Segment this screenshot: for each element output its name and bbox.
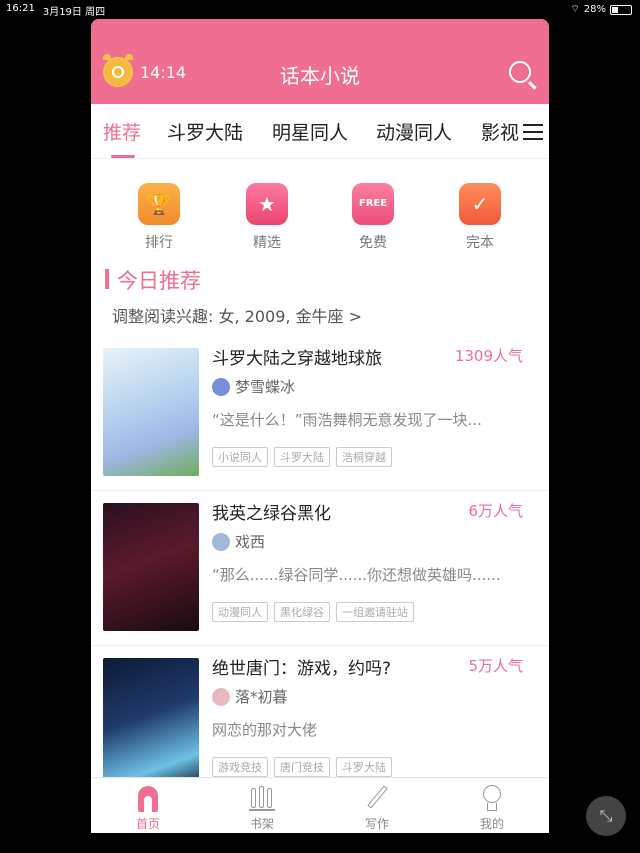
bottom-nav: 首页 书架 写作 我的: [91, 777, 549, 833]
nav-write[interactable]: 写作: [347, 784, 407, 832]
nav-me[interactable]: 我的: [462, 784, 522, 832]
tab-star[interactable]: 明星同人: [272, 118, 348, 145]
book-popularity: 5万人气: [468, 657, 523, 675]
menu-icon[interactable]: [523, 124, 543, 140]
quick-free[interactable]: FREE 免费: [343, 183, 403, 252]
book-title[interactable]: 我英之绿谷黑化: [212, 499, 331, 524]
tag[interactable]: 游戏竞技: [212, 757, 268, 777]
quick-links: 🏆 排行 ★ 精选 FREE 免费 ✓ 完本: [91, 159, 549, 251]
book-title[interactable]: 绝世唐门：游戏，约吗?: [212, 654, 391, 679]
battery-icon: [610, 4, 632, 15]
author-name: 戏西: [235, 533, 266, 551]
book-desc: “那么......绿谷同学......你还想做英雄吗......: [212, 566, 501, 584]
book-popularity: 6万人气: [468, 502, 523, 520]
app-window: 14:14 话本小说 推荐 斗罗大陆 明星同人 动漫同人 影视 🏆 排行 ★ 精…: [91, 19, 549, 833]
wifi-icon: ⌔: [570, 4, 580, 15]
battery-percent: 28%: [583, 4, 606, 15]
quick-label: 排行: [145, 235, 173, 251]
tag[interactable]: 唐门竞技: [274, 757, 330, 777]
app-header: 14:14 话本小说: [91, 19, 549, 104]
book-cover[interactable]: [103, 658, 199, 786]
section-title: 今日推荐: [105, 265, 201, 295]
tag[interactable]: 动漫同人: [212, 602, 268, 622]
quick-pick[interactable]: ★ 精选: [237, 183, 297, 252]
star-icon: ★: [246, 183, 288, 225]
book-tags: 游戏竞技 唐门竞技 斗罗大陆: [212, 757, 392, 777]
tag[interactable]: 小说同人: [212, 447, 268, 467]
quick-label: 免费: [359, 235, 387, 251]
quick-rank[interactable]: 🏆 排行: [129, 183, 189, 252]
nav-label: 首页: [135, 817, 160, 831]
app-title: 话本小说: [280, 64, 360, 88]
avatar: [212, 687, 230, 706]
tab-recommend[interactable]: 推荐: [103, 118, 141, 145]
book-item[interactable]: 我英之绿谷黑化 6万人气 戏西 “那么......绿谷同学......你还想做英…: [91, 491, 549, 646]
pen-icon: [364, 784, 390, 812]
tag[interactable]: 一组邀请驻站: [336, 602, 414, 622]
nav-label: 写作: [364, 817, 389, 831]
category-tabs: 推荐 斗罗大陆 明星同人 动漫同人 影视: [91, 104, 549, 159]
free-icon: FREE: [352, 183, 394, 225]
active-tab-indicator: [111, 155, 135, 158]
free-badge: FREE: [358, 198, 388, 209]
interest-link[interactable]: 调整阅读兴趣: 女, 2009, 金牛座 >: [112, 303, 362, 327]
quick-label: 完本: [466, 235, 494, 251]
tag[interactable]: 黑化绿谷: [274, 602, 330, 622]
book-author[interactable]: 落*初暮: [212, 686, 288, 707]
check-icon: ✓: [459, 183, 501, 225]
avatar: [212, 532, 230, 551]
trophy-icon: 🏆: [138, 183, 180, 225]
status-bar: 16:21 3月19日 周四 ⌔ 28%: [0, 0, 640, 18]
nav-home[interactable]: 首页: [118, 784, 178, 832]
book-popularity: 1309人气: [454, 347, 523, 365]
nav-label: 我的: [479, 817, 504, 831]
status-time: 16:21: [6, 3, 35, 14]
tab-anime[interactable]: 动漫同人: [376, 118, 452, 145]
nav-shelf[interactable]: 书架: [232, 784, 292, 832]
author-name: 落*初暮: [235, 688, 288, 706]
book-tags: 小说同人 斗罗大陆 浩桐穿越: [212, 447, 392, 467]
tag[interactable]: 浩桐穿越: [336, 447, 392, 467]
book-title[interactable]: 斗罗大陆之穿越地球旅: [212, 344, 382, 369]
tab-douluo[interactable]: 斗罗大陆: [167, 118, 243, 145]
book-item[interactable]: 斗罗大陆之穿越地球旅 1309人气 梦雪蝶冰 “这是什么！”雨浩舞桐无意发现了一…: [91, 336, 549, 491]
book-desc: “这是什么！”雨浩舞桐无意发现了一块...: [212, 411, 482, 429]
book-author[interactable]: 梦雪蝶冰: [212, 376, 295, 397]
profile-icon: [479, 784, 505, 812]
collapse-icon[interactable]: ⤡: [586, 796, 626, 836]
avatar: [212, 377, 230, 396]
quick-label: 精选: [253, 235, 281, 251]
tab-film[interactable]: 影视: [481, 118, 519, 145]
quick-done[interactable]: ✓ 完本: [450, 183, 510, 252]
book-cover[interactable]: [103, 348, 199, 476]
author-name: 梦雪蝶冰: [235, 378, 296, 396]
book-author[interactable]: 戏西: [212, 531, 265, 552]
book-cover[interactable]: [103, 503, 199, 631]
tag[interactable]: 斗罗大陆: [274, 447, 330, 467]
book-desc: 网恋的那对大佬: [212, 721, 318, 739]
bookshelf-icon: [249, 784, 275, 812]
search-icon[interactable]: [509, 61, 531, 83]
book-tags: 动漫同人 黑化绿谷 一组邀请驻站: [212, 602, 414, 622]
status-date: 3月19日 周四: [42, 7, 106, 18]
tag[interactable]: 斗罗大陆: [336, 757, 392, 777]
home-icon: [135, 784, 161, 812]
nav-label: 书架: [249, 817, 274, 831]
